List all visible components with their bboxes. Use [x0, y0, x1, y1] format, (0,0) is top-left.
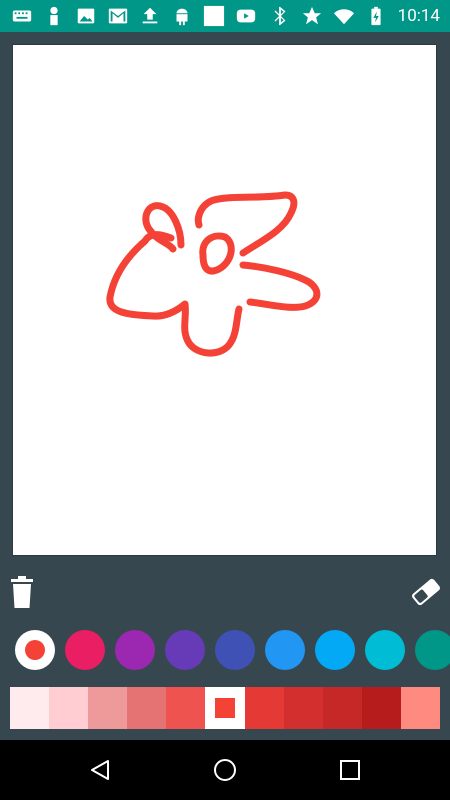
shade-swatch[interactable]: [322, 687, 362, 729]
clock: 10:14: [397, 6, 440, 26]
image-icon: [74, 4, 98, 28]
keyboard-icon: [10, 4, 34, 28]
youtube-icon: [234, 4, 258, 28]
selected-color-indicator: [25, 640, 45, 660]
color-swatch[interactable]: [415, 630, 450, 670]
shade-swatch[interactable]: [88, 687, 128, 729]
android-icon: [170, 4, 194, 28]
shade-swatch[interactable]: [283, 687, 323, 729]
star-icon: [300, 4, 324, 28]
battery-charging-icon: [364, 4, 388, 28]
wifi-icon: [332, 4, 356, 28]
bluetooth-icon: [268, 4, 292, 28]
back-icon[interactable]: [88, 758, 112, 782]
color-swatch[interactable]: [165, 630, 205, 670]
square-icon: [202, 4, 226, 28]
eraser-icon[interactable]: [408, 574, 444, 610]
shade-palette: [10, 687, 440, 729]
color-swatch[interactable]: [365, 630, 405, 670]
gmail-icon: [106, 4, 130, 28]
shade-swatch[interactable]: [49, 687, 89, 729]
navigation-bar: [0, 740, 450, 800]
color-swatch[interactable]: [215, 630, 255, 670]
person-icon: [42, 4, 66, 28]
tool-row: [0, 572, 450, 612]
shade-swatch[interactable]: [205, 687, 245, 729]
shade-swatch[interactable]: [166, 687, 206, 729]
flower-drawing: [106, 191, 321, 357]
system-icons: 10:14: [268, 4, 440, 28]
status-bar: 10:14: [0, 0, 450, 32]
color-palette: [0, 628, 450, 672]
home-icon[interactable]: [213, 758, 237, 782]
drawing-layer: [106, 191, 321, 357]
drawing-canvas[interactable]: [12, 44, 437, 556]
shade-swatch[interactable]: [244, 687, 284, 729]
shade-swatch[interactable]: [127, 687, 167, 729]
trash-icon[interactable]: [10, 576, 34, 608]
selected-shade-indicator: [215, 698, 236, 718]
color-swatch[interactable]: [315, 630, 355, 670]
shade-swatch[interactable]: [361, 687, 401, 729]
color-swatch[interactable]: [265, 630, 305, 670]
shade-swatch[interactable]: [10, 687, 50, 729]
notification-icons: [10, 4, 258, 28]
upload-icon: [138, 4, 162, 28]
color-swatch[interactable]: [65, 630, 105, 670]
recents-icon[interactable]: [338, 758, 362, 782]
color-swatch[interactable]: [115, 630, 155, 670]
color-swatch[interactable]: [15, 630, 55, 670]
shade-swatch[interactable]: [400, 687, 440, 729]
